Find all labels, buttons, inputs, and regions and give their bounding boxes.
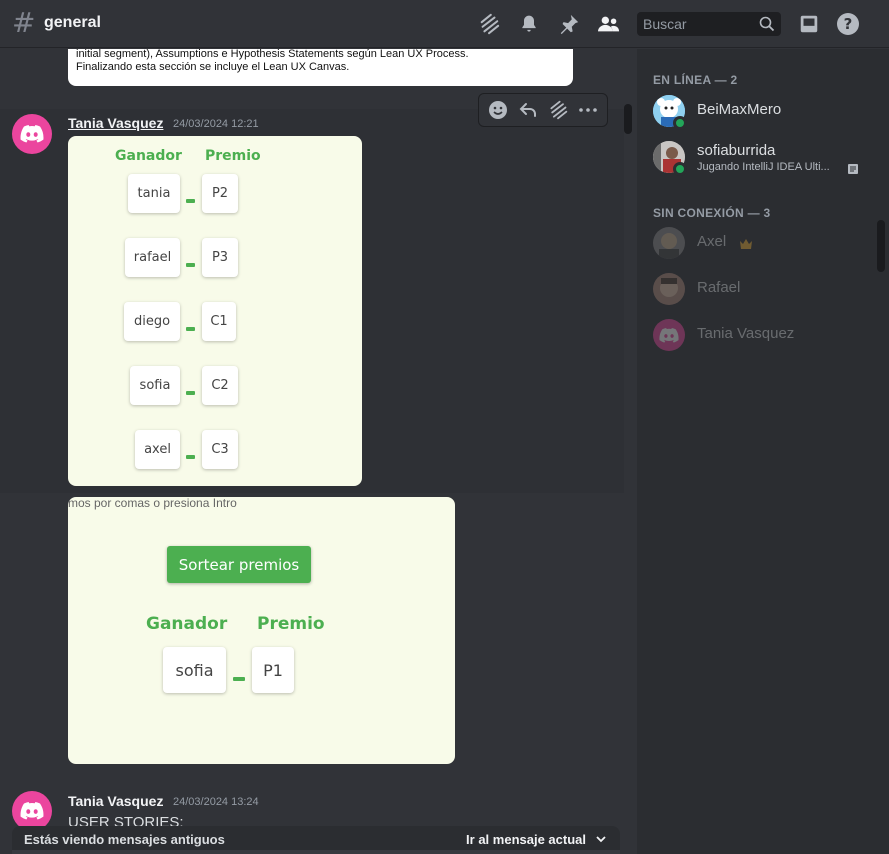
prize-box: P1: [252, 647, 294, 693]
separator-dash: [186, 455, 195, 459]
discord-logo-icon: [659, 327, 679, 343]
sortear-premios-button: Sortear premios: [167, 546, 311, 583]
old-messages-bar: Estás viendo mensajes antiguos Ir al men…: [12, 826, 620, 852]
prize-box: P3: [202, 238, 238, 277]
member-name: Rafael: [697, 279, 741, 296]
message-author[interactable]: Tania Vasquez: [68, 115, 163, 131]
member-item[interactable]: sofiaburrida Jugando IntelliJ IDEA Ulti.…: [645, 135, 869, 177]
prize-box: P2: [202, 174, 238, 213]
online-status-icon: [673, 116, 687, 130]
member-activity: Jugando IntelliJ IDEA Ulti...: [697, 161, 830, 173]
separator-dash: [186, 263, 195, 267]
prize-box: C2: [202, 366, 238, 405]
winner-box: diego: [124, 302, 180, 341]
discord-logo-icon: [20, 802, 44, 820]
online-section-header: EN LÍNEA — 2: [653, 73, 738, 87]
separator-dash: [233, 677, 245, 681]
member-name: Tania Vasquez: [697, 325, 795, 342]
jump-to-present-link[interactable]: Ir al mensaje actual: [466, 832, 586, 847]
window-scrollbar-thumb[interactable]: [877, 220, 885, 272]
member-name: sofiaburrida: [697, 142, 776, 159]
prize-box: C3: [202, 430, 238, 469]
svg-text:?: ?: [844, 15, 853, 33]
window-scroll-track: [877, 49, 889, 854]
avatar: [653, 319, 685, 351]
message-list[interactable]: initial segment), Assumptions e Hypothes…: [0, 49, 636, 854]
winner-header: Ganador: [146, 614, 228, 634]
threads-icon[interactable]: [477, 12, 501, 36]
hashtag-icon: #: [12, 6, 36, 39]
bell-icon[interactable]: [517, 12, 541, 36]
channel-header: # general ?: [0, 0, 889, 48]
previous-attachment-line: initial segment), Assumptions e Hypothes…: [76, 49, 469, 60]
offline-section-header: SIN CONEXIÓN — 3: [653, 206, 771, 220]
attachment-image-raffle[interactable]: mos por comas o presiona Intro Sortear p…: [68, 497, 455, 764]
crown-icon: [739, 237, 753, 249]
winner-box: sofia: [163, 647, 226, 693]
separator-dash: [186, 199, 195, 203]
message-timestamp: 24/03/2024 13:24: [173, 796, 259, 808]
winner-header: Ganador: [115, 148, 182, 164]
input-hint-text: mos por comas o presiona Intro: [68, 497, 237, 510]
message-composer[interactable]: [12, 850, 620, 854]
winner-box: rafael: [125, 238, 180, 277]
winner-box: axel: [135, 430, 180, 469]
channel-name: general: [44, 14, 101, 31]
separator-dash: [186, 391, 195, 395]
member-list: EN LÍNEA — 2 BeiMaxMero sofiaburrida Jug…: [637, 49, 877, 854]
search-icon[interactable]: [759, 16, 775, 32]
chevron-down-icon[interactable]: [594, 832, 608, 846]
previous-attachment[interactable]: initial segment), Assumptions e Hypothes…: [68, 49, 573, 86]
pin-icon[interactable]: [557, 12, 581, 36]
discord-logo-icon: [20, 125, 44, 143]
member-item[interactable]: Tania Vasquez: [645, 313, 869, 355]
winner-box: sofia: [130, 366, 180, 405]
add-reaction-icon[interactable]: [485, 97, 511, 123]
member-list-icon[interactable]: [597, 12, 621, 36]
prize-header: Premio: [205, 148, 261, 164]
reply-icon[interactable]: [515, 97, 541, 123]
online-status-icon: [673, 162, 687, 176]
search-input[interactable]: [637, 12, 757, 36]
message-timestamp: 24/03/2024 12:21: [173, 118, 259, 130]
prize-header: Premio: [257, 614, 325, 634]
member-item[interactable]: Axel: [645, 221, 869, 263]
member-name: BeiMaxMero: [697, 101, 782, 118]
rich-presence-icon: [848, 161, 858, 174]
separator-dash: [186, 327, 195, 331]
attachment-image-results[interactable]: Ganador Premio tania P2 rafael P3 diego …: [68, 136, 362, 486]
avatar: [653, 273, 685, 305]
old-messages-label: Estás viendo mensajes antiguos: [24, 832, 225, 847]
member-name: Axel: [697, 233, 727, 250]
chat-scrollbar-thumb[interactable]: [624, 104, 632, 134]
previous-attachment-line: Finalizando esta sección se incluye el L…: [76, 61, 350, 73]
winner-box: tania: [128, 174, 180, 213]
inbox-icon[interactable]: [797, 12, 821, 36]
search-box[interactable]: [637, 12, 781, 36]
prize-box: C1: [202, 302, 236, 341]
member-item[interactable]: BeiMaxMero: [645, 89, 869, 131]
avatar: [653, 227, 685, 259]
more-options-icon[interactable]: [575, 97, 601, 123]
message-author[interactable]: Tania Vasquez: [68, 793, 163, 809]
help-icon[interactable]: ?: [836, 12, 860, 36]
avatar[interactable]: [12, 114, 52, 154]
create-thread-icon[interactable]: [545, 97, 571, 123]
member-item[interactable]: Rafael: [645, 267, 869, 309]
message-toolbar: [478, 93, 608, 127]
avatar[interactable]: [12, 791, 52, 831]
